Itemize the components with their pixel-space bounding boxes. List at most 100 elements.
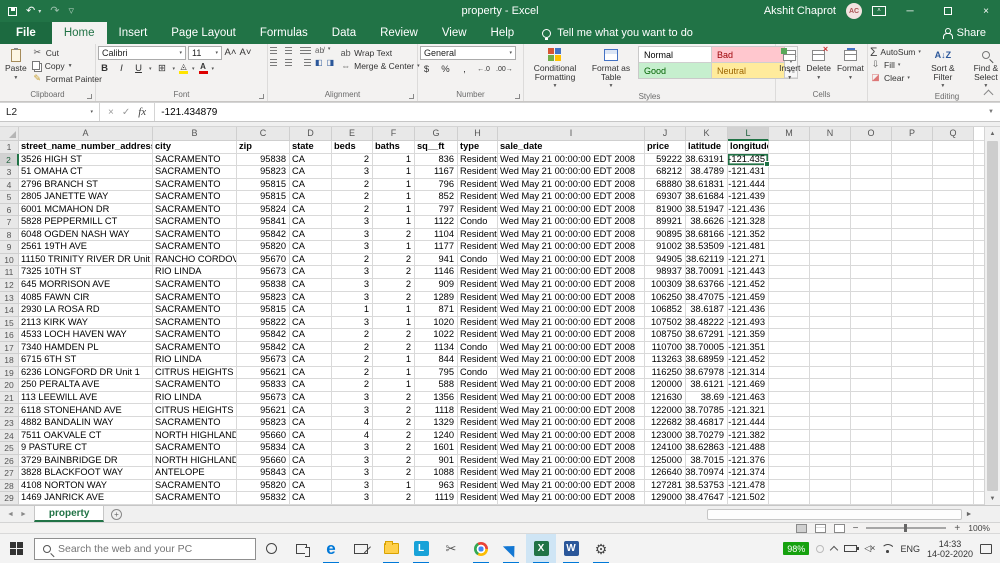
accounting-format-button[interactable]: $ <box>420 63 433 76</box>
cell-P7[interactable] <box>892 216 933 229</box>
cell-N4[interactable] <box>810 178 851 192</box>
cell-Q27[interactable] <box>933 467 974 480</box>
cell-I5[interactable]: Wed May 21 00:00:00 EDT 2008 <box>498 191 645 204</box>
cell-D2[interactable]: CA <box>290 153 332 167</box>
cell-P5[interactable] <box>892 191 933 204</box>
cell-K16[interactable]: 38.67291 <box>686 329 728 342</box>
vertical-scroll-thumb[interactable] <box>987 141 998 491</box>
cell-A26[interactable]: 3729 BAINBRIDGE DR <box>19 454 153 468</box>
cell-G27[interactable]: 1088 <box>415 467 458 480</box>
cell-L3[interactable]: -121.431 <box>728 166 769 179</box>
cell-F2[interactable]: 1 <box>373 153 415 167</box>
new-sheet-button[interactable]: + <box>104 506 128 522</box>
cell-Q20[interactable] <box>933 379 974 392</box>
cell-K26[interactable]: 38.7015 <box>686 454 728 468</box>
cell-N9[interactable] <box>810 241 851 254</box>
row-header-4[interactable]: 4 <box>0 178 19 192</box>
cell-A7[interactable]: 5828 PEPPERMILL CT <box>19 216 153 229</box>
increase-indent-icon[interactable]: ◨ <box>327 58 335 67</box>
zoom-in-button[interactable]: + <box>954 523 960 534</box>
cell-C5[interactable]: 95815 <box>237 191 290 204</box>
scroll-down-icon[interactable]: ▼ <box>985 492 1000 505</box>
row-header-3[interactable]: 3 <box>0 166 19 179</box>
cell-H1[interactable]: type <box>458 141 498 154</box>
cell-O1[interactable] <box>851 141 892 154</box>
cell-N17[interactable] <box>810 341 851 355</box>
column-header-A[interactable]: A <box>19 127 153 141</box>
cell-B2[interactable]: SACRAMENTO <box>153 153 237 167</box>
zoom-slider[interactable] <box>866 524 947 532</box>
cell-I14[interactable]: Wed May 21 00:00:00 EDT 2008 <box>498 304 645 317</box>
alignment-dialog-launcher[interactable] <box>409 94 414 99</box>
cell-K11[interactable]: 38.70091 <box>686 266 728 280</box>
cell-H13[interactable]: Residentia <box>458 291 498 305</box>
cell-H5[interactable]: Residentia <box>458 191 498 204</box>
cell-L26[interactable]: -121.376 <box>728 454 769 468</box>
cell-C1[interactable]: zip <box>237 141 290 154</box>
name-box[interactable]: L2 ▾ <box>0 103 100 121</box>
delete-cells-button[interactable]: Delete▼ <box>803 45 834 83</box>
cell-G22[interactable]: 1118 <box>415 404 458 418</box>
tab-review[interactable]: Review <box>368 22 430 44</box>
cell-H26[interactable]: Residentia <box>458 454 498 468</box>
cell-P13[interactable] <box>892 291 933 305</box>
cell-M1[interactable] <box>769 141 810 154</box>
cell-L10[interactable]: -121.271 <box>728 253 769 267</box>
cell-A20[interactable]: 250 PERALTA AVE <box>19 379 153 392</box>
cell-M4[interactable] <box>769 178 810 192</box>
cell-J25[interactable]: 124100 <box>645 442 686 455</box>
settings-button[interactable]: ⚙ <box>586 534 616 563</box>
cell-A16[interactable]: 4533 LOCH HAVEN WAY <box>19 329 153 342</box>
row-header-27[interactable]: 27 <box>0 467 19 480</box>
cell-M5[interactable] <box>769 191 810 204</box>
autosum-button[interactable]: Σ AutoSum ▾ <box>870 45 921 59</box>
cell-G12[interactable]: 909 <box>415 279 458 292</box>
cell-L18[interactable]: -121.452 <box>728 354 769 367</box>
clear-button[interactable]: ◪ Clear ▾ <box>870 71 921 84</box>
cell-A28[interactable]: 4108 NORTON WAY <box>19 479 153 493</box>
column-header-P[interactable]: P <box>892 127 933 141</box>
cell-G6[interactable]: 797 <box>415 203 458 217</box>
cell-P23[interactable] <box>892 417 933 430</box>
cell-N2[interactable] <box>810 153 851 167</box>
cell-B21[interactable]: RIO LINDA <box>153 391 237 405</box>
cell-F11[interactable]: 2 <box>373 266 415 280</box>
cell-B5[interactable]: SACRAMENTO <box>153 191 237 204</box>
conditional-formatting-button[interactable]: Conditional Formatting ▼ <box>526 46 584 92</box>
cell-N15[interactable] <box>810 316 851 330</box>
cell-O6[interactable] <box>851 203 892 217</box>
cell-E8[interactable]: 3 <box>332 228 373 242</box>
cell-G17[interactable]: 1134 <box>415 341 458 355</box>
cell-G20[interactable]: 588 <box>415 379 458 392</box>
format-cells-button[interactable]: Format ▼ <box>834 46 867 83</box>
cell-D12[interactable]: CA <box>290 279 332 292</box>
cell-P26[interactable] <box>892 454 933 468</box>
cell-M8[interactable] <box>769 228 810 242</box>
number-format-combo[interactable]: General ▾ <box>420 46 516 60</box>
cell-C7[interactable]: 95841 <box>237 216 290 229</box>
column-header-F[interactable]: F <box>373 127 415 141</box>
cell-L4[interactable]: -121.444 <box>728 178 769 192</box>
cell-E22[interactable]: 3 <box>332 404 373 418</box>
cell-C25[interactable]: 95834 <box>237 442 290 455</box>
cell-P28[interactable] <box>892 479 933 493</box>
underline-button[interactable]: U <box>132 62 145 75</box>
cell-P19[interactable] <box>892 366 933 380</box>
tab-view[interactable]: View <box>430 22 479 44</box>
cell-Q7[interactable] <box>933 216 974 229</box>
cell-J28[interactable]: 127281 <box>645 479 686 493</box>
cell-N19[interactable] <box>810 366 851 380</box>
cell-N27[interactable] <box>810 467 851 480</box>
font-dialog-launcher[interactable] <box>259 94 264 99</box>
save-icon[interactable] <box>8 6 17 16</box>
cell-H6[interactable]: Residentia <box>458 203 498 217</box>
cell-A29[interactable]: 1469 JANRICK AVE <box>19 492 153 505</box>
cell-M14[interactable] <box>769 304 810 317</box>
cell-H21[interactable]: Residentia <box>458 391 498 405</box>
cell-O5[interactable] <box>851 191 892 204</box>
cell-M19[interactable] <box>769 366 810 380</box>
cell-K19[interactable]: 38.67978 <box>686 366 728 380</box>
cell-M17[interactable] <box>769 341 810 355</box>
cell-L9[interactable]: -121.481 <box>728 241 769 254</box>
cell-H16[interactable]: Residentia <box>458 329 498 342</box>
